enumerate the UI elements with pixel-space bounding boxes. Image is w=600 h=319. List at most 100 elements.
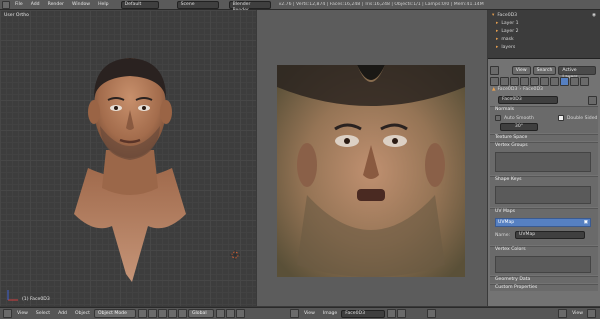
outliner-item[interactable]: ▸ mask bbox=[496, 37, 514, 42]
breadcrumb-mesh[interactable]: Face0D3 bbox=[523, 87, 543, 92]
translate-icon[interactable] bbox=[167, 309, 177, 318]
properties-editor-icon[interactable] bbox=[490, 66, 499, 75]
panel-custom-header[interactable]: Custom Properties bbox=[490, 285, 598, 291]
outliner-item-label: mask bbox=[501, 37, 514, 42]
editor-type-icon[interactable] bbox=[2, 0, 10, 9]
texture-tab-icon[interactable] bbox=[580, 77, 589, 86]
mesh-icon: ▲ bbox=[492, 87, 496, 92]
render-engine-field[interactable]: Blender Render bbox=[228, 0, 271, 13]
menu-object[interactable]: Object bbox=[71, 311, 94, 316]
menu-add[interactable]: Add bbox=[27, 2, 44, 7]
double-sided-label: Double Sided bbox=[566, 115, 598, 121]
properties-tabs: View Search Active Layers bbox=[490, 66, 598, 80]
world-tab-icon[interactable] bbox=[520, 77, 529, 86]
menu-properties-view[interactable]: View bbox=[568, 311, 587, 316]
breadcrumb: ▲ Face0D3 › Face0D3 bbox=[492, 87, 543, 92]
menu-help[interactable]: Help bbox=[94, 2, 112, 7]
properties-header-icon[interactable] bbox=[558, 309, 568, 318]
menu-file[interactable]: File bbox=[11, 2, 27, 7]
object-icon: ▸ bbox=[496, 45, 499, 50]
panel-texture-space-header[interactable]: Texture Space bbox=[490, 135, 598, 141]
menu-view[interactable]: View bbox=[13, 311, 32, 316]
panel-uv-maps-header[interactable]: UV Maps bbox=[490, 209, 598, 215]
properties-context-icons bbox=[490, 77, 590, 86]
outliner-item[interactable]: ▸ Layer 2 bbox=[496, 29, 519, 34]
render-icon[interactable] bbox=[235, 309, 245, 318]
panel-shape-keys-header[interactable]: Shape Keys bbox=[490, 177, 598, 183]
properties-editor[interactable]: View Search Active Layers ▲ Face0D3 › Fa… bbox=[488, 59, 600, 306]
outliner-item[interactable]: ▾ Face0D3 bbox=[492, 13, 517, 18]
rotate-icon[interactable] bbox=[177, 309, 187, 318]
outliner[interactable]: ▾ Face0D3 ▸ Layer 1 ▸ Layer 2 ▸ mask ▸ l… bbox=[488, 10, 600, 59]
layers-tab-icon[interactable] bbox=[500, 77, 509, 86]
uv-name-label: Name: bbox=[495, 232, 511, 238]
render-tab-icon[interactable] bbox=[490, 77, 499, 86]
uv-image-editor[interactable] bbox=[257, 10, 487, 306]
constraints-tab-icon[interactable] bbox=[540, 77, 549, 86]
scene-stats: v2.76 | Verts:12,874 | Faces:16,248 | Tr… bbox=[278, 2, 484, 7]
uv-map-list-item[interactable]: UVMap ▣ bbox=[495, 218, 591, 227]
panel-normals-header[interactable]: Normals bbox=[490, 107, 598, 113]
visibility-eye-icon[interactable]: ◉ bbox=[592, 13, 596, 18]
panel-geometry-header[interactable]: Geometry Data bbox=[490, 277, 598, 283]
outliner-item[interactable]: ▸ layers bbox=[496, 45, 515, 50]
tab-search[interactable]: Search bbox=[532, 66, 557, 75]
orientation-selector[interactable]: Global bbox=[187, 309, 214, 318]
double-sided-checkbox[interactable] bbox=[557, 115, 564, 121]
data-tab-icon[interactable] bbox=[560, 77, 569, 86]
head-model[interactable] bbox=[70, 38, 190, 290]
viewport-shading-icon[interactable] bbox=[137, 309, 147, 318]
image-name-field[interactable]: Face0D3 bbox=[341, 309, 386, 318]
mode-selector[interactable]: Object Mode bbox=[93, 309, 136, 318]
manipulator-icon[interactable] bbox=[157, 309, 167, 318]
panel-custom-properties: Custom Properties bbox=[490, 284, 598, 291]
search-icon[interactable] bbox=[587, 309, 596, 318]
panel-normals: Normals Auto Smooth Double Sided 30° bbox=[490, 106, 598, 133]
uv-name-field[interactable]: UVMap bbox=[515, 231, 585, 239]
pivot-icon[interactable] bbox=[147, 309, 157, 318]
fake-user-button[interactable] bbox=[588, 96, 597, 105]
vertex-groups-list[interactable] bbox=[495, 152, 591, 172]
panel-shape-keys: Shape Keys bbox=[490, 176, 598, 207]
uv-texture-image[interactable] bbox=[277, 65, 465, 277]
object-tab-icon[interactable] bbox=[530, 77, 539, 86]
outliner-item[interactable]: ▸ Layer 1 bbox=[496, 21, 519, 26]
pin-icon[interactable] bbox=[387, 309, 397, 318]
snap-icon[interactable] bbox=[225, 309, 235, 318]
3d-viewport[interactable]: User Ortho (1) Face0D3 bbox=[0, 10, 256, 306]
display-channels-icon[interactable] bbox=[427, 309, 437, 318]
auto-smooth-angle-field[interactable]: 30° bbox=[500, 123, 538, 131]
tab-view[interactable]: View bbox=[511, 66, 531, 75]
mesh-name-field[interactable]: Face0D3 bbox=[498, 96, 558, 104]
material-tab-icon[interactable] bbox=[570, 77, 579, 86]
object-icon: ▸ bbox=[496, 37, 499, 42]
panel-vertex-groups-header[interactable]: Vertex Groups bbox=[490, 143, 598, 149]
auto-smooth-checkbox[interactable] bbox=[495, 115, 501, 121]
screen-layout-field[interactable]: Default bbox=[120, 0, 159, 9]
panel-geometry-data: Geometry Data bbox=[490, 276, 598, 283]
tab-active-layers[interactable]: Active Layers bbox=[558, 66, 596, 80]
menu-window[interactable]: Window bbox=[68, 2, 94, 7]
menu-select[interactable]: Select bbox=[32, 311, 54, 316]
3d-view-editor-icon[interactable] bbox=[3, 309, 12, 318]
panel-vertex-groups: Vertex Groups bbox=[490, 142, 598, 175]
camera-icon[interactable]: ▣ bbox=[584, 220, 588, 225]
menu-image-view[interactable]: View bbox=[300, 311, 319, 316]
menu-image[interactable]: Image bbox=[319, 311, 341, 316]
layers-icon[interactable] bbox=[215, 309, 225, 318]
vertex-colors-list[interactable] bbox=[495, 256, 591, 273]
3d-cursor-icon[interactable] bbox=[230, 250, 240, 260]
modifiers-tab-icon[interactable] bbox=[550, 77, 559, 86]
scene-tab-icon[interactable] bbox=[510, 77, 519, 86]
object-icon: ▸ bbox=[496, 29, 499, 34]
menu-add-object[interactable]: Add bbox=[54, 311, 71, 316]
image-close-icon[interactable] bbox=[397, 309, 407, 318]
menu-render[interactable]: Render bbox=[44, 2, 68, 7]
breadcrumb-object[interactable]: Face0D3 bbox=[498, 87, 518, 92]
scene-field[interactable]: Scene bbox=[176, 0, 219, 9]
chevron-right-icon: › bbox=[519, 87, 522, 92]
shape-keys-list[interactable] bbox=[495, 186, 591, 204]
auto-smooth-label: Auto Smooth bbox=[504, 115, 534, 121]
panel-vertex-colors-header[interactable]: Vertex Colors bbox=[490, 247, 598, 253]
image-editor-icon[interactable] bbox=[289, 309, 299, 318]
